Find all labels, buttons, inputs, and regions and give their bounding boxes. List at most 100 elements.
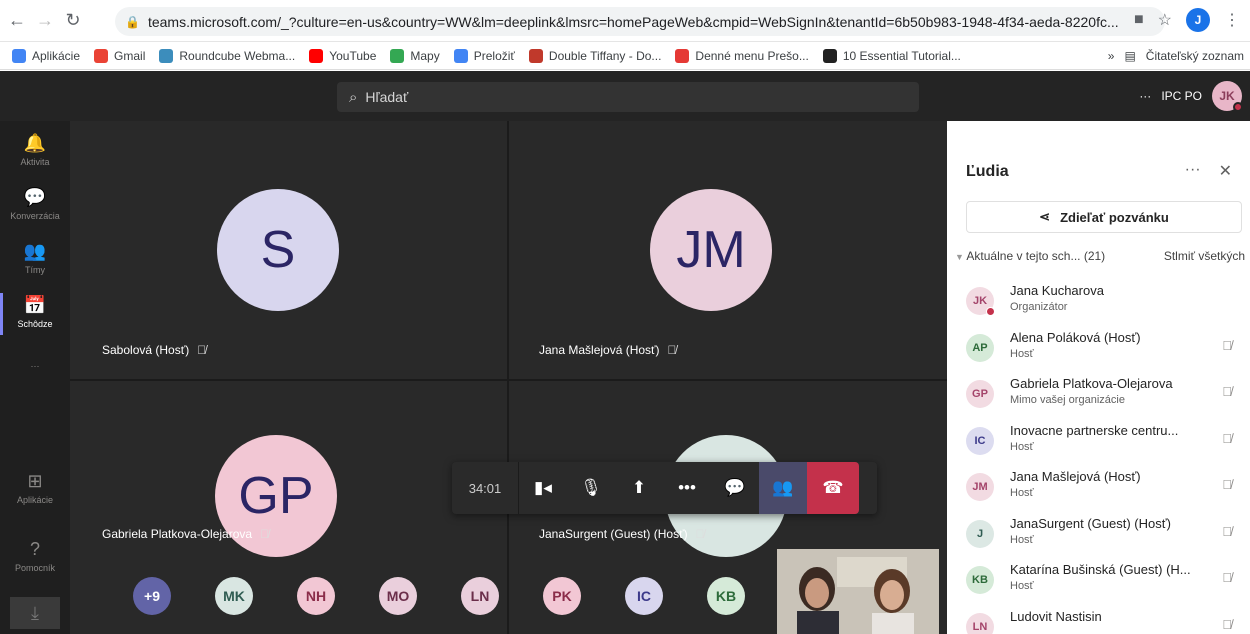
- camera-indicator-icon[interactable]: ■: [1134, 11, 1144, 29]
- mic-off-icon: 🎙̸: [1222, 477, 1232, 492]
- rail-item-chat[interactable]: 💬 Konverzácia: [0, 187, 70, 221]
- call-controls: 34:01 ▮◂ 🎙 ⬆ ••• 💬 👥 ☎: [452, 462, 877, 514]
- avatar: J: [966, 519, 994, 548]
- bookmark-item[interactable]: Aplikácie: [12, 48, 81, 63]
- mic-off-icon: 🎙̸: [1222, 430, 1232, 446]
- participant-list-item[interactable]: KB Katarína Bušinská (Guest) (H... Hosť 🎙̸: [966, 562, 1246, 608]
- address-bar[interactable]: 🔒 teams.microsoft.com/_?culture=en-us&co…: [115, 7, 1165, 36]
- avatar: KB: [966, 566, 994, 594]
- avatar-initials: GP: [238, 467, 314, 525]
- rail-label: ···: [30, 361, 40, 371]
- avatar: IC: [966, 426, 994, 455]
- bookmark-favicon-icon: [309, 48, 324, 63]
- video-tile[interactable]: JM Jana Mašlejová (Hosť) 🎙̸: [509, 121, 947, 379]
- forward-icon[interactable]: →: [34, 10, 56, 32]
- participant-name: Alena Poláková (Hosť): [1010, 329, 1141, 345]
- participant-list-item[interactable]: J JanaSurgent (Guest) (Hosť) Hosť 🎙̸: [966, 516, 1246, 562]
- bookmark-star-icon[interactable]: ☆: [1158, 10, 1172, 30]
- reading-list[interactable]: Čitateľský zoznam: [1146, 49, 1244, 63]
- participants-icon[interactable]: 👥: [759, 462, 807, 514]
- chat-icon[interactable]: 💬: [711, 462, 759, 514]
- mic-off-icon: 🎙̸: [197, 343, 207, 357]
- rail-item-help[interactable]: ? Pomocník: [0, 539, 70, 573]
- reading-list-icon[interactable]: ▤: [1124, 49, 1135, 63]
- participant-small-avatar[interactable]: LN: [461, 577, 499, 615]
- bookmark-label: Aplikácie: [32, 48, 81, 63]
- help-icon: ?: [29, 539, 40, 559]
- share-invite-button[interactable]: ⋖ Zdieľať pozvánku: [966, 201, 1242, 233]
- video-tile[interactable]: S Sabolová (Hosť) 🎙̸: [70, 121, 507, 379]
- url-text: teams.microsoft.com/_?culture=en-us&coun…: [147, 13, 1119, 30]
- bookmark-favicon-icon: [453, 48, 468, 63]
- mic-off-icon: 🎙̸: [1222, 523, 1232, 539]
- bookmark-label: 10 Essential Tutorial...: [842, 48, 961, 63]
- panel-more-icon[interactable]: ···: [1185, 161, 1201, 181]
- bookmark-favicon-icon: [675, 48, 690, 63]
- participant-name-text: JanaSurgent (Guest) (Hosť): [539, 527, 688, 541]
- search-input[interactable]: ⌕ Hľadať: [337, 82, 919, 112]
- download-icon[interactable]: ⤓: [10, 597, 60, 629]
- browser-menu-icon[interactable]: ⋮: [1224, 10, 1240, 30]
- participant-small-avatar[interactable]: NH: [297, 577, 335, 615]
- participant-role: Hosť: [1010, 533, 1034, 546]
- bookmark-item[interactable]: 10 Essential Tutorial...: [822, 48, 961, 63]
- participant-name: Katarína Bušinská (Guest) (H...: [1010, 562, 1191, 577]
- participant-small-avatar[interactable]: +9: [133, 577, 171, 615]
- bookmark-item[interactable]: Roundcube Webma...: [159, 48, 295, 63]
- participants-section-header[interactable]: ▼ Aktuálne v tejto sch... (21) Stlmiť vš…: [955, 249, 1245, 263]
- participant-list-item[interactable]: GP Gabriela Platkova-Olejarova Mimo vašej …: [966, 376, 1246, 422]
- rail-label: Aktivita: [20, 157, 50, 167]
- bookmark-item[interactable]: Double Tiffany - Do...: [528, 48, 661, 63]
- self-video[interactable]: [777, 549, 939, 634]
- share-screen-icon[interactable]: ⬆: [615, 462, 663, 514]
- participant-small-avatar[interactable]: MK: [215, 577, 253, 615]
- bookmark-favicon-icon: [390, 48, 405, 63]
- rail-item-bell[interactable]: 🔔 Aktivita: [0, 133, 70, 167]
- bookmark-item[interactable]: Preložiť: [453, 48, 515, 63]
- bookmarks-more[interactable]: »: [1108, 49, 1115, 63]
- participant-name: Jana Mašlejová (Hosť): [1010, 469, 1141, 484]
- participant-avatar: S: [217, 189, 339, 311]
- participant-list-item[interactable]: JK Jana Kucharova Organizátor: [966, 283, 1246, 329]
- participant-small-avatar[interactable]: KB: [707, 577, 745, 615]
- participant-list-item[interactable]: AP Alena Poláková (Hosť) Hosť 🎙̸: [966, 330, 1246, 376]
- participant-small-avatar[interactable]: PK: [543, 577, 581, 615]
- participant-list-item[interactable]: LN Ludovit Nastisin 🎙̸: [966, 609, 1246, 634]
- bookmark-label: Gmail: [114, 48, 146, 63]
- bookmark-item[interactable]: Gmail: [94, 48, 146, 63]
- avatar: JM: [966, 473, 994, 501]
- participant-role: Hosť: [1010, 347, 1034, 360]
- participant-list-item[interactable]: IC Inovacne partnerske centru... Hosť 🎙̸: [966, 423, 1246, 469]
- bookmark-item[interactable]: Mapy: [390, 48, 440, 63]
- participant-name: JanaSurgent (Guest) (Hosť): [1010, 515, 1171, 531]
- bookmark-item[interactable]: Denné menu Prešo...: [675, 48, 809, 63]
- avatar-initials: JM: [676, 221, 746, 279]
- rail-item-apps[interactable]: ⊞ Aplikácie: [0, 471, 70, 505]
- close-icon[interactable]: ✕: [1219, 161, 1232, 181]
- profile-avatar[interactable]: J: [1186, 8, 1210, 32]
- back-icon[interactable]: ←: [6, 10, 28, 32]
- mute-all-button[interactable]: Stlmiť všetkých: [1164, 249, 1245, 263]
- microphone-icon[interactable]: 🎙: [567, 462, 615, 514]
- participant-name-text: Sabolová (Hosť): [102, 343, 190, 357]
- rail-item-teams[interactable]: 👥 Tímy: [0, 241, 70, 275]
- org-name[interactable]: IPC PO: [1161, 89, 1202, 103]
- rail-item-calendar[interactable]: 📅 Schôdze: [0, 295, 70, 329]
- more-options-icon[interactable]: ···: [1139, 89, 1151, 103]
- bookmark-item[interactable]: YouTube: [309, 48, 376, 63]
- participant-name: JanaSurgent (Guest) (Hosť) 🎙̸: [539, 527, 705, 541]
- participant-list-item[interactable]: JM Jana Mašlejová (Hosť) Hosť 🎙̸: [966, 469, 1246, 515]
- apps-icon: ⊞: [27, 471, 43, 491]
- more-actions-icon[interactable]: •••: [663, 462, 711, 514]
- camera-icon[interactable]: ▮◂: [519, 462, 567, 514]
- reload-icon[interactable]: ↻: [62, 10, 84, 32]
- hang-up-icon[interactable]: ☎: [807, 462, 859, 514]
- participant-small-avatar[interactable]: MO: [379, 577, 417, 615]
- participant-role: Hosť: [1010, 580, 1034, 592]
- bookmark-label: Mapy: [410, 48, 440, 63]
- participant-small-avatar[interactable]: IC: [625, 577, 663, 615]
- mic-off-icon: 🎙̸: [1222, 570, 1232, 585]
- rail-item-more[interactable]: ···: [0, 361, 70, 371]
- participant-name: Inovacne partnerske centru...: [1010, 422, 1179, 438]
- my-avatar[interactable]: JK: [1212, 81, 1243, 112]
